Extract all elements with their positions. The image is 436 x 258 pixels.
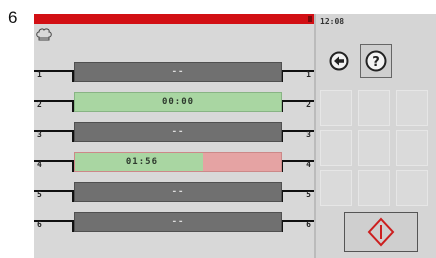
grid-slot	[358, 90, 390, 126]
row-number-left: 4	[37, 160, 42, 169]
help-label: ?	[372, 55, 380, 70]
grid-slot	[320, 90, 352, 126]
timer-value: 01:56	[125, 157, 158, 167]
help-icon: ?	[365, 50, 387, 72]
grid-slot	[320, 170, 352, 206]
timer-value: --	[171, 127, 185, 137]
row-number-left: 5	[37, 190, 42, 199]
help-button[interactable]: ?	[360, 44, 392, 78]
timer-value: --	[171, 187, 185, 197]
control-screen: 1 1 -- 2 2 00:00 3 3 -- 4 4 01:56 5 5 -- 6 6 -- 12:08 ?	[34, 14, 436, 258]
stop-diamond-icon	[367, 217, 395, 247]
zone-timer-bar[interactable]: 00:00	[74, 92, 282, 112]
grid-slot	[358, 170, 390, 206]
clock: 12:08	[320, 17, 345, 26]
row-number-left: 3	[37, 130, 42, 139]
zone-row[interactable]: 1 1 --	[34, 56, 314, 82]
row-number-right: 5	[306, 190, 311, 199]
stop-button[interactable]	[344, 212, 418, 252]
zone-timer-bar[interactable]: 01:56	[74, 152, 282, 172]
grid-slot	[358, 130, 390, 166]
timer-value: --	[171, 67, 185, 77]
row-number-right: 1	[306, 70, 311, 79]
row-number-left: 1	[37, 70, 42, 79]
timer-value: 00:00	[161, 97, 195, 107]
row-number-left: 6	[37, 220, 42, 229]
row-number-right: 6	[306, 220, 311, 229]
status-bar-marker	[308, 16, 312, 22]
step-number: 6	[8, 8, 18, 27]
status-bar	[34, 14, 314, 24]
row-number-right: 4	[306, 160, 311, 169]
zone-row[interactable]: 3 3 --	[34, 116, 314, 142]
back-button[interactable]	[324, 44, 354, 78]
side-controls: 12:08 ?	[316, 14, 436, 258]
zone-timer-bar[interactable]: --	[74, 122, 282, 142]
zone-timer-bar[interactable]: --	[74, 182, 282, 202]
timer-value: --	[171, 217, 185, 227]
zone-panel: 1 1 -- 2 2 00:00 3 3 -- 4 4 01:56 5 5 -- 6 6 --	[34, 14, 314, 258]
row-number-right: 3	[306, 130, 311, 139]
zone-row[interactable]: 6 6 --	[34, 206, 314, 232]
zone-row[interactable]: 4 4 01:56	[34, 146, 314, 172]
zone-row[interactable]: 2 2 00:00	[34, 86, 314, 112]
grid-slot	[396, 90, 428, 126]
zone-timer-bar[interactable]: --	[74, 62, 282, 82]
row-number-left: 2	[37, 100, 42, 109]
row-number-right: 2	[306, 100, 311, 109]
grid-slot	[396, 130, 428, 166]
zone-row[interactable]: 5 5 --	[34, 176, 314, 202]
grid-slot	[396, 170, 428, 206]
chef-hat-icon	[36, 28, 52, 41]
grid-slot	[320, 130, 352, 166]
zone-timer-bar[interactable]: --	[74, 212, 282, 232]
